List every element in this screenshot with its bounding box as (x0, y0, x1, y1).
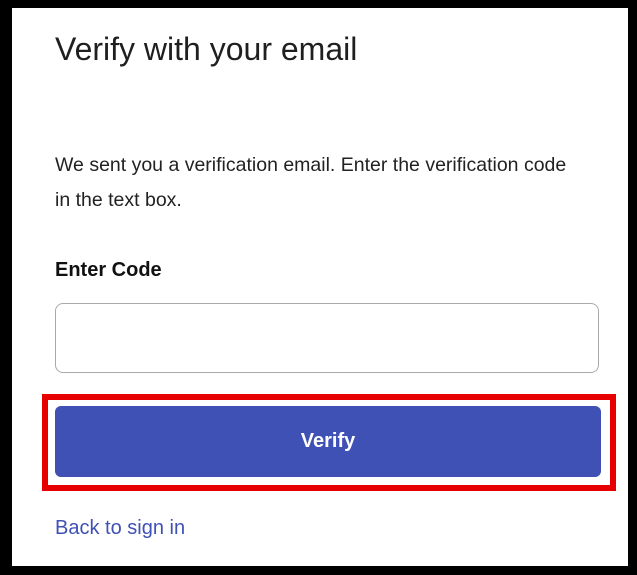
verification-card: Verify with your email We sent you a ver… (12, 8, 628, 566)
code-field-label: Enter Code (55, 259, 162, 281)
verify-button[interactable]: Verify (55, 406, 601, 477)
page-title: Verify with your email (55, 31, 358, 67)
instruction-text: We sent you a verification email. Enter … (55, 154, 567, 211)
back-to-sign-in-link[interactable]: Back to sign in (55, 513, 185, 543)
code-input[interactable] (55, 303, 599, 373)
